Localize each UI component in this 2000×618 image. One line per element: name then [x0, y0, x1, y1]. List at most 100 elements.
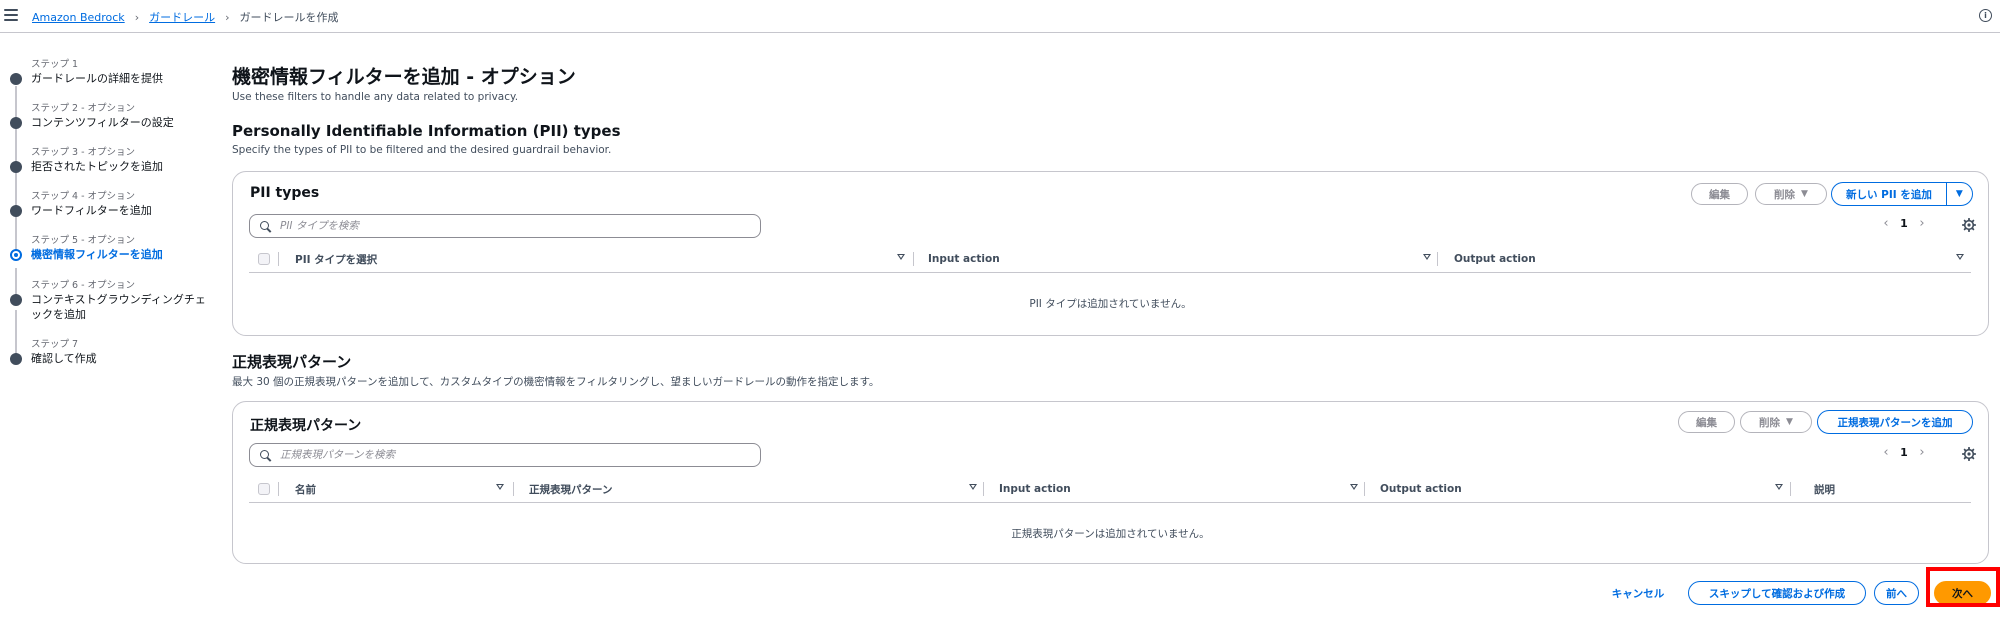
regex-section-description: 最大 30 個の正規表現パターンを追加して、カスタムタイプの機密情報をフィルタリ… [232, 376, 880, 388]
page-title: 機密情報フィルターを追加 - オプション [232, 66, 576, 88]
step-1-number: ステップ 1 [31, 59, 79, 70]
sort-icon[interactable] [496, 484, 504, 490]
pii-page-number[interactable]: 1 [1894, 217, 1914, 230]
pii-empty-state: PII タイプは追加されていません。 [1029, 298, 1192, 310]
step-4-number: ステップ 4 - オプション [31, 191, 136, 202]
pii-add-split-button[interactable]: 新しい PII を追加 ▼ [1831, 182, 1973, 206]
steps-connector-line [15, 310, 17, 355]
pii-section-title: Personally Identifiable Information (PII… [232, 122, 621, 140]
regex-col-name[interactable]: 名前 [295, 475, 316, 503]
gear-icon[interactable] [1962, 447, 1976, 461]
column-divider [1437, 252, 1438, 266]
step-1-indicator [10, 73, 22, 85]
caret-down-icon[interactable]: ▼ [1945, 182, 1973, 206]
pii-add-button[interactable]: 新しい PII を追加 [1831, 182, 1946, 206]
pii-edit-button[interactable]: 編集 [1691, 183, 1748, 205]
regex-empty-state: 正規表現パターンは追加されていません。 [1011, 528, 1210, 540]
step-2-title[interactable]: コンテンツフィルターの設定 [31, 115, 211, 130]
regex-edit-button[interactable]: 編集 [1678, 411, 1735, 433]
search-icon [260, 449, 271, 461]
pii-delete-button[interactable]: 削除 ▼ [1755, 183, 1827, 205]
column-divider [278, 252, 279, 266]
regex-pagination: ‹ 1 › [1878, 445, 1930, 460]
sort-icon[interactable] [1956, 254, 1964, 260]
step-2-indicator [10, 117, 22, 129]
step-7-indicator [10, 353, 22, 365]
regex-add-button[interactable]: 正規表現パターンを追加 [1817, 410, 1973, 434]
breadcrumb-guardrails[interactable]: ガードレール [149, 9, 215, 25]
step-3-indicator [10, 161, 22, 173]
step-2-number: ステップ 2 - オプション [31, 103, 136, 114]
column-divider [913, 252, 914, 266]
pii-delete-label: 削除 [1774, 188, 1796, 201]
page-description: Use these filters to handle any data rel… [232, 91, 519, 103]
step-6-title[interactable]: コンテキストグラウンディングチェックを追加 [31, 292, 211, 322]
cancel-label: キャンセル [1611, 587, 1665, 600]
regex-table-header: 名前 正規表現パターン Input action Output action 説… [249, 475, 1971, 503]
sort-icon[interactable] [897, 254, 905, 260]
chevron-left-icon[interactable]: ‹ [1878, 216, 1894, 231]
step-5-indicator-active [10, 249, 22, 261]
regex-delete-button[interactable]: 削除 ▼ [1740, 411, 1812, 433]
search-icon [260, 220, 271, 232]
menu-icon[interactable] [4, 8, 18, 22]
regex-container-title: 正規表現パターン [250, 418, 362, 434]
regex-col-pattern[interactable]: 正規表現パターン [529, 475, 612, 503]
column-divider [1364, 482, 1365, 496]
step-4-title[interactable]: ワードフィルターを追加 [31, 203, 211, 218]
chevron-right-icon[interactable]: › [1914, 445, 1930, 460]
sort-icon[interactable] [1350, 484, 1358, 490]
pii-col-output-action[interactable]: Output action [1454, 245, 1536, 273]
regex-page-number[interactable]: 1 [1894, 446, 1914, 459]
info-icon[interactable]: i [1979, 9, 1992, 22]
regex-col-output-action[interactable]: Output action [1380, 475, 1462, 503]
pii-pagination: ‹ 1 › [1878, 216, 1930, 231]
pii-section-description: Specify the types of PII to be filtered … [232, 144, 612, 156]
step-7-number: ステップ 7 [31, 339, 79, 350]
previous-button[interactable]: 前へ [1874, 581, 1919, 605]
chevron-right-icon: › [134, 10, 140, 24]
chevron-right-icon: › [225, 10, 230, 24]
step-6-indicator [10, 294, 22, 306]
pii-types-container: PII types 編集 削除 ▼ 新しい PII を追加 ▼ ‹ 1 › PII… [232, 171, 1989, 336]
sort-icon[interactable] [969, 484, 977, 490]
step-5-number: ステップ 5 - オプション [31, 235, 136, 246]
steps-connector-line [15, 86, 17, 261]
highlight-box [1926, 567, 2000, 607]
column-divider [278, 482, 279, 496]
step-1-title[interactable]: ガードレールの詳細を提供 [31, 71, 211, 86]
regex-add-label: 正規表現パターンを追加 [1837, 416, 1953, 429]
regex-search-input[interactable] [280, 449, 720, 461]
skip-label: スキップして確認および作成 [1708, 587, 1846, 600]
step-3-number: ステップ 3 - オプション [31, 147, 136, 158]
gear-icon[interactable] [1962, 218, 1976, 232]
pii-edit-label: 編集 [1709, 188, 1730, 201]
step-7-title[interactable]: 確認して作成 [31, 351, 211, 366]
regex-section-title: 正規表現パターン [232, 353, 352, 371]
breadcrumb: Amazon Bedrock › ガードレール › ガードレールを作成 [32, 9, 339, 25]
skip-to-review-button[interactable]: スキップして確認および作成 [1688, 581, 1866, 605]
pii-select-all-checkbox[interactable] [258, 253, 270, 265]
column-divider [983, 482, 984, 496]
pii-col-input-action[interactable]: Input action [928, 245, 1000, 273]
regex-delete-label: 削除 [1759, 416, 1781, 429]
pii-col-type[interactable]: PII タイプを選択 [295, 245, 377, 273]
breadcrumb-amazon-bedrock[interactable]: Amazon Bedrock [32, 11, 125, 24]
sort-icon[interactable] [1775, 484, 1783, 490]
regex-search-field[interactable] [249, 443, 761, 467]
regex-edit-label: 編集 [1696, 416, 1717, 429]
pii-search-field[interactable] [249, 214, 761, 238]
sort-icon[interactable] [1423, 254, 1431, 260]
chevron-left-icon[interactable]: ‹ [1878, 445, 1894, 460]
chevron-right-icon[interactable]: › [1914, 216, 1930, 231]
regex-col-input-action[interactable]: Input action [999, 475, 1071, 503]
pii-container-title: PII types [250, 185, 320, 201]
top-navigation-bar: Amazon Bedrock › ガードレール › ガードレールを作成 i [0, 0, 2000, 33]
regex-select-all-checkbox[interactable] [258, 483, 270, 495]
previous-label: 前へ [1886, 587, 1907, 600]
regex-col-description[interactable]: 説明 [1814, 475, 1835, 503]
step-3-title[interactable]: 拒否されたトピックを追加 [31, 159, 211, 174]
pii-search-input[interactable] [280, 220, 720, 232]
cancel-button[interactable]: キャンセル [1598, 582, 1678, 604]
column-divider [513, 482, 514, 496]
